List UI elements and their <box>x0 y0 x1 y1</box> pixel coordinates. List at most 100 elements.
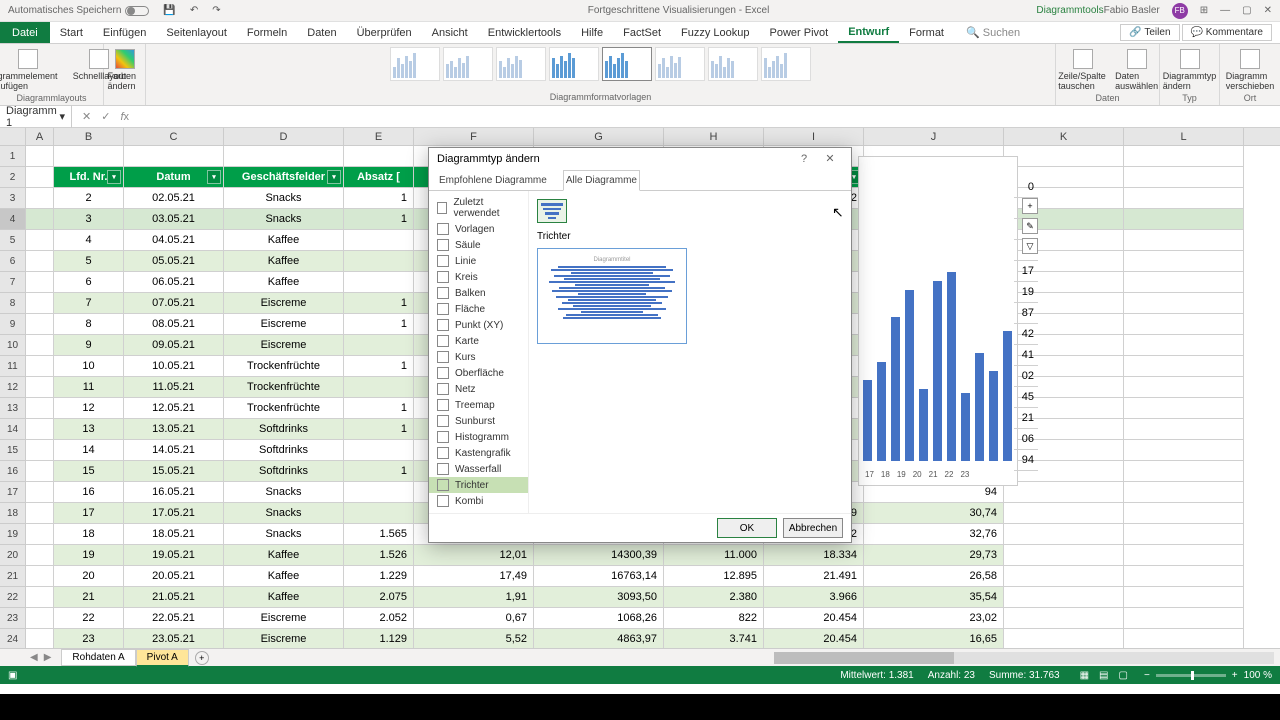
chart-bar[interactable] <box>863 380 872 461</box>
cell[interactable]: 12,01 <box>414 545 534 566</box>
cell[interactable]: 2.052 <box>344 608 414 629</box>
cell[interactable]: Trockenfrüchte <box>224 398 344 419</box>
col-header[interactable]: L <box>1124 128 1244 145</box>
switch-row-col-button[interactable]: Zeile/Spalte tauschen <box>1056 47 1110 93</box>
change-colors-button[interactable]: Farben ändern <box>106 47 144 93</box>
view-pagebreak-icon[interactable]: ▢ <box>1119 670 1128 681</box>
cell[interactable]: 12.05.21 <box>124 398 224 419</box>
cell[interactable]: 21 <box>54 587 124 608</box>
tab-pagelayout[interactable]: Seitenlayout <box>156 22 237 43</box>
zoom-level[interactable]: 100 % <box>1244 670 1272 681</box>
cell[interactable]: 19.05.21 <box>124 545 224 566</box>
chart-preview[interactable]: Diagrammtitel <box>537 248 687 344</box>
cell[interactable]: 822 <box>664 608 764 629</box>
tab-factset[interactable]: FactSet <box>613 22 671 43</box>
cell[interactable]: 8 <box>54 314 124 335</box>
chart-filter-icon[interactable]: ▽ <box>1022 238 1038 254</box>
cell[interactable]: 21.491 <box>764 566 864 587</box>
cell[interactable]: 09.05.21 <box>124 335 224 356</box>
cell[interactable]: 1 <box>344 356 414 377</box>
view-normal-icon[interactable]: ▦ <box>1080 670 1089 681</box>
chart-type-item[interactable]: Sunburst <box>429 413 528 429</box>
cell[interactable]: 17.05.21 <box>124 503 224 524</box>
cell[interactable]: Trockenfrüchte <box>224 356 344 377</box>
ok-button[interactable]: OK <box>717 518 777 538</box>
cell[interactable]: 12 <box>54 398 124 419</box>
cell[interactable]: 17 <box>54 503 124 524</box>
chart-type-item[interactable]: Wasserfall <box>429 461 528 477</box>
cell[interactable]: 20 <box>54 566 124 587</box>
cell[interactable]: 30,74 <box>864 503 1004 524</box>
chart-type-item[interactable]: Punkt (XY) <box>429 317 528 333</box>
cell[interactable] <box>344 377 414 398</box>
col-header[interactable]: G <box>534 128 664 145</box>
cell[interactable]: Eiscreme <box>224 335 344 356</box>
cell[interactable]: Softdrinks <box>224 461 344 482</box>
sheet-tab-pivot[interactable]: Pivot A <box>136 649 189 667</box>
chart-bar[interactable] <box>961 393 970 461</box>
chart-type-item[interactable]: Kurs <box>429 349 528 365</box>
filter-icon[interactable]: ▾ <box>107 170 121 184</box>
cell[interactable]: 03.05.21 <box>124 209 224 230</box>
cell[interactable] <box>344 272 414 293</box>
chart-bar[interactable] <box>1003 331 1012 461</box>
cell[interactable]: Softdrinks <box>224 440 344 461</box>
col-header[interactable]: E <box>344 128 414 145</box>
filter-icon[interactable]: ▾ <box>207 170 221 184</box>
record-macro-icon[interactable]: ▣ <box>8 670 17 681</box>
cell[interactable]: Snacks <box>224 209 344 230</box>
tab-start[interactable]: Start <box>50 22 93 43</box>
chart-style-7[interactable] <box>708 47 758 81</box>
chart-type-item[interactable]: Vorlagen <box>429 221 528 237</box>
embedded-chart[interactable]: 17181920212223 <box>858 156 1018 486</box>
chart-subtype-funnel[interactable] <box>537 199 567 223</box>
cell[interactable]: 11 <box>54 377 124 398</box>
cell[interactable]: 15 <box>54 461 124 482</box>
cell[interactable]: 04.05.21 <box>124 230 224 251</box>
cell[interactable]: 1.229 <box>344 566 414 587</box>
chart-bar[interactable] <box>989 371 998 461</box>
tab-format[interactable]: Format <box>899 22 954 43</box>
cell[interactable]: 14.05.21 <box>124 440 224 461</box>
tab-review[interactable]: Überprüfen <box>347 22 422 43</box>
cell[interactable]: 2 <box>54 188 124 209</box>
dialog-close-icon[interactable]: ✕ <box>817 152 843 165</box>
chart-style-4[interactable] <box>549 47 599 81</box>
cell[interactable]: 1 <box>344 398 414 419</box>
maximize-icon[interactable]: ▢ <box>1242 5 1251 16</box>
col-header[interactable]: A <box>26 128 54 145</box>
cell[interactable]: 5,52 <box>414 629 534 648</box>
cell[interactable]: 21.05.21 <box>124 587 224 608</box>
cell[interactable]: 2.380 <box>664 587 764 608</box>
cell[interactable]: 1068,26 <box>534 608 664 629</box>
chart-type-item[interactable]: Säule <box>429 237 528 253</box>
tab-help[interactable]: Hilfe <box>571 22 613 43</box>
user-avatar[interactable]: FB <box>1172 3 1188 19</box>
chart-bar[interactable] <box>891 317 900 461</box>
cell[interactable]: Snacks <box>224 482 344 503</box>
cell[interactable]: 1,91 <box>414 587 534 608</box>
cell[interactable]: 3.741 <box>664 629 764 648</box>
chart-type-item[interactable]: Zuletzt verwendet <box>429 195 528 221</box>
cell[interactable]: Kaffee <box>224 230 344 251</box>
cell[interactable]: Snacks <box>224 188 344 209</box>
cell[interactable]: 18.334 <box>764 545 864 566</box>
cell[interactable] <box>344 230 414 251</box>
cell[interactable]: 5 <box>54 251 124 272</box>
horizontal-scrollbar[interactable] <box>774 652 1274 664</box>
col-header[interactable]: F <box>414 128 534 145</box>
cell[interactable]: 1 <box>344 188 414 209</box>
cell[interactable]: 1.565 <box>344 524 414 545</box>
col-header[interactable]: C <box>124 128 224 145</box>
cell[interactable]: 20.454 <box>764 629 864 648</box>
zoom-slider[interactable] <box>1156 674 1226 677</box>
col-header[interactable]: J <box>864 128 1004 145</box>
tab-formulas[interactable]: Formeln <box>237 22 297 43</box>
add-sheet-button[interactable]: + <box>195 651 209 665</box>
cell[interactable] <box>344 251 414 272</box>
cell[interactable] <box>344 335 414 356</box>
chart-style-3[interactable] <box>496 47 546 81</box>
col-header[interactable]: D <box>224 128 344 145</box>
cell[interactable]: 10.05.21 <box>124 356 224 377</box>
chart-style-5[interactable] <box>602 47 652 81</box>
